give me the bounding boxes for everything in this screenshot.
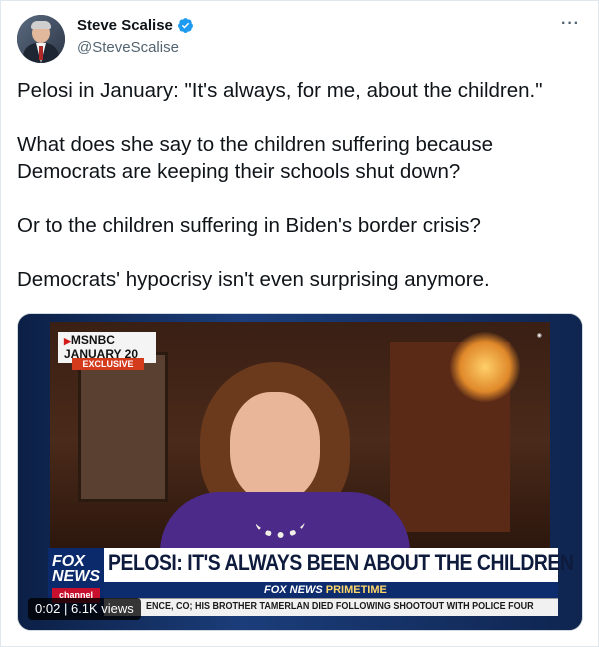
tweet-paragraph-3: Or to the children suffering in Biden's … <box>17 214 481 237</box>
verified-badge-icon <box>177 18 193 33</box>
chyron-show-title: FOX NEWS PRIMETIME <box>264 584 387 596</box>
scene-window <box>78 352 168 502</box>
fox-logo-line-2: NEWS <box>52 568 100 585</box>
avatar-tie <box>39 46 43 60</box>
news-ticker-text: ENCE, CO; HIS BROTHER TAMERLAN DIED FOLL… <box>146 601 534 612</box>
scene-lamp <box>450 332 520 402</box>
more-options-icon[interactable]: ··· <box>561 15 580 33</box>
video-player[interactable]: MSNBC JANUARY 20 EXCLUSIVE ◉ PELOSI: IT'… <box>17 313 583 631</box>
tweet-paragraph-4: Democrats' hypocrisy isn't even surprisi… <box>17 268 490 291</box>
msnbc-label: MSNBC <box>64 334 150 348</box>
author-handle[interactable]: @SteveScalise <box>77 39 179 56</box>
avatar[interactable] <box>17 15 65 63</box>
author-name-row: Steve Scalise <box>77 17 194 34</box>
video-views: 6.1K views <box>70 601 134 616</box>
video-separator: | <box>63 601 71 616</box>
scene-person-face <box>230 392 320 502</box>
tweet-paragraph-2-line-2: Democrats are keeping their schools shut… <box>17 160 461 183</box>
video-time-views: 0:02 | 6.1K views <box>28 598 141 620</box>
tweet-paragraph-1: Pelosi in January: "It's always, for me,… <box>17 79 543 102</box>
network-bug-icon: ◉ <box>536 333 542 339</box>
author-display-name[interactable]: Steve Scalise <box>77 17 173 34</box>
tweet-text: Pelosi in January: "It's always, for me,… <box>17 77 583 320</box>
show-brand: FOX NEWS <box>264 584 323 596</box>
video-time: 0:02 <box>35 601 61 616</box>
exclusive-tag: EXCLUSIVE <box>72 358 144 370</box>
tweet-paragraph-2-line-1: What does she say to the children suffer… <box>17 133 493 156</box>
chyron-headline: PELOSI: IT'S ALWAYS BEEN ABOUT THE CHILD… <box>108 550 574 575</box>
tweet-card: Steve Scalise @SteveScalise ··· Pelosi i… <box>0 0 599 647</box>
show-name: PRIMETIME <box>325 584 387 596</box>
tweet-paragraph-2: What does she say to the children suffer… <box>17 131 583 185</box>
avatar-hair <box>31 21 51 29</box>
scene-pearl-necklace <box>255 502 305 538</box>
